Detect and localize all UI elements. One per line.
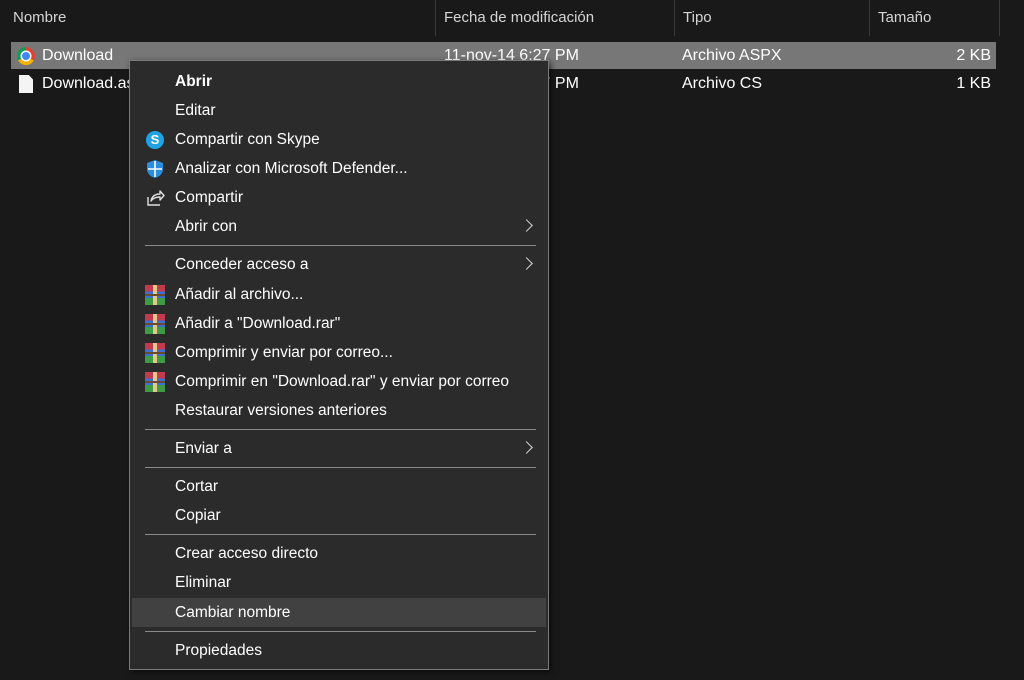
menu-item-abrir[interactable]: Abrir (132, 67, 546, 96)
menu-item-label: Cambiar nombre (175, 604, 291, 621)
menu-item-label: Añadir al archivo... (175, 286, 304, 303)
menu-separator (145, 534, 536, 535)
chevron-right-icon (520, 219, 533, 232)
chevron-right-icon (520, 441, 533, 454)
menu-item-label: Compartir con Skype (175, 131, 320, 148)
column-header: Nombre Fecha de modificación Tipo Tamaño (0, 0, 1024, 36)
menu-item-analizar-defender[interactable]: Analizar con Microsoft Defender... (132, 154, 546, 183)
menu-item-conceder-acceso[interactable]: Conceder acceso a (132, 250, 546, 279)
defender-shield-icon (145, 159, 165, 179)
menu-item-label: Analizar con Microsoft Defender... (175, 160, 408, 177)
menu-item-label: Restaurar versiones anteriores (175, 402, 387, 419)
file-size: 1 KB (956, 75, 991, 92)
document-icon (17, 75, 35, 93)
menu-item-label: Añadir a "Download.rar" (175, 315, 341, 332)
winrar-icon (145, 343, 165, 363)
skype-icon: S (145, 130, 165, 150)
menu-item-comprimir-download-rar-enviar[interactable]: Comprimir en "Download.rar" y enviar por… (132, 367, 546, 396)
menu-item-copiar[interactable]: Copiar (132, 501, 546, 530)
menu-separator (145, 429, 536, 430)
menu-item-label: Enviar a (175, 440, 232, 457)
menu-separator (145, 631, 536, 632)
menu-item-crear-acceso-directo[interactable]: Crear acceso directo (132, 539, 546, 568)
menu-item-anadir-download-rar[interactable]: Añadir a "Download.rar" (132, 309, 546, 338)
chevron-right-icon (520, 257, 533, 270)
column-header-type[interactable]: Tipo (674, 0, 870, 36)
file-type: Archivo CS (682, 75, 763, 92)
context-menu: Abrir Editar S Compartir con Skype Anali… (129, 60, 549, 670)
menu-item-anadir-archivo[interactable]: Añadir al archivo... (132, 280, 546, 309)
menu-item-label: Comprimir en "Download.rar" y enviar por… (175, 373, 510, 390)
menu-item-cortar[interactable]: Cortar (132, 472, 546, 501)
chrome-icon (17, 47, 35, 65)
menu-item-label: Cortar (175, 478, 219, 495)
column-divider (999, 0, 1000, 36)
menu-item-restaurar-versiones[interactable]: Restaurar versiones anteriores (132, 396, 546, 425)
file-explorer: Nombre Fecha de modificación Tipo Tamaño… (0, 0, 1024, 680)
menu-item-eliminar[interactable]: Eliminar (132, 568, 546, 597)
menu-item-label: Abrir con (175, 218, 238, 235)
share-icon (145, 188, 165, 208)
menu-item-propiedades[interactable]: Propiedades (132, 636, 546, 665)
menu-item-compartir-skype[interactable]: S Compartir con Skype (132, 125, 546, 154)
file-size: 2 KB (956, 47, 991, 64)
column-header-name[interactable]: Nombre (5, 0, 435, 36)
winrar-icon (145, 372, 165, 392)
menu-item-abrir-con[interactable]: Abrir con (132, 212, 546, 241)
menu-item-label: Editar (175, 102, 216, 119)
menu-item-enviar-a[interactable]: Enviar a (132, 434, 546, 463)
winrar-icon (145, 285, 165, 305)
column-header-date[interactable]: Fecha de modificación (435, 0, 675, 36)
menu-separator (145, 467, 536, 468)
menu-item-comprimir-enviar[interactable]: Comprimir y enviar por correo... (132, 338, 546, 367)
file-name: Download (42, 47, 114, 64)
menu-item-label: Compartir (175, 189, 244, 206)
winrar-icon (145, 314, 165, 334)
menu-item-label: Copiar (175, 507, 221, 524)
menu-item-label: Propiedades (175, 642, 263, 659)
menu-item-label: Crear acceso directo (175, 545, 319, 562)
file-type: Archivo ASPX (682, 47, 782, 64)
menu-item-cambiar-nombre[interactable]: Cambiar nombre (132, 598, 546, 627)
menu-item-label: Eliminar (175, 574, 231, 591)
menu-item-compartir[interactable]: Compartir (132, 183, 546, 212)
menu-item-label: Conceder acceso a (175, 256, 309, 273)
menu-item-editar[interactable]: Editar (132, 96, 546, 125)
menu-item-label: Comprimir y enviar por correo... (175, 344, 393, 361)
column-header-size[interactable]: Tamaño (869, 0, 1000, 36)
menu-separator (145, 245, 536, 246)
menu-item-label: Abrir (175, 73, 213, 90)
